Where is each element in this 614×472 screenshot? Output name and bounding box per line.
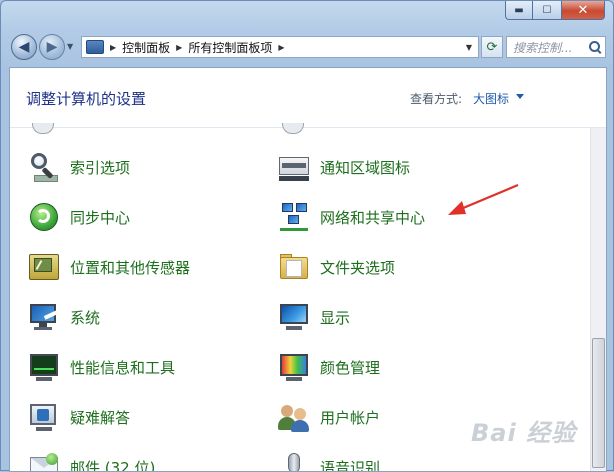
breadcrumb-all-items[interactable]: 所有控制面板项 — [188, 39, 272, 56]
recent-pages-dropdown[interactable]: ▼ — [67, 42, 73, 51]
close-button[interactable]: ✕ — [561, 1, 605, 20]
refresh-button[interactable]: ⟳ — [481, 36, 503, 58]
watermark: Bai 经验 — [471, 413, 576, 448]
control-panel-icon — [86, 40, 104, 54]
breadcrumb-separator-icon[interactable]: ▶ — [176, 43, 182, 52]
address-dropdown-icon[interactable]: ▼ — [466, 43, 472, 52]
maximize-button[interactable]: ☐ — [533, 1, 561, 20]
breadcrumb-separator-icon[interactable]: ▶ — [278, 43, 284, 52]
annotation-arrow — [10, 68, 607, 472]
search-placeholder: 搜索控制... — [513, 39, 572, 56]
navigation-bar: ◀ ▶ ▼ ▶ 控制面板 ▶ 所有控制面板项 ▶ ▼ ⟳ 搜索控制... — [9, 32, 605, 62]
control-panel-window: ▬ ☐ ✕ ◀ ▶ ▼ ▶ 控制面板 ▶ 所有控制面板项 ▶ ▼ ⟳ 搜索控制.… — [0, 0, 614, 471]
breadcrumb-separator-icon[interactable]: ▶ — [110, 43, 116, 52]
back-button[interactable]: ◀ — [11, 34, 37, 60]
caption-buttons: ▬ ☐ ✕ — [505, 1, 605, 20]
search-icon[interactable] — [589, 41, 601, 53]
forward-button[interactable]: ▶ — [39, 34, 65, 60]
breadcrumb-control-panel[interactable]: 控制面板 — [122, 39, 170, 56]
minimize-button[interactable]: ▬ — [505, 1, 533, 20]
content-pane: 调整计算机的设置 查看方式: 大图标 索引选项 同步中心 位置和其他传感器 系统… — [9, 67, 607, 472]
search-input[interactable]: 搜索控制... — [506, 36, 606, 58]
address-bar[interactable]: ▶ 控制面板 ▶ 所有控制面板项 ▶ ▼ — [81, 36, 479, 58]
